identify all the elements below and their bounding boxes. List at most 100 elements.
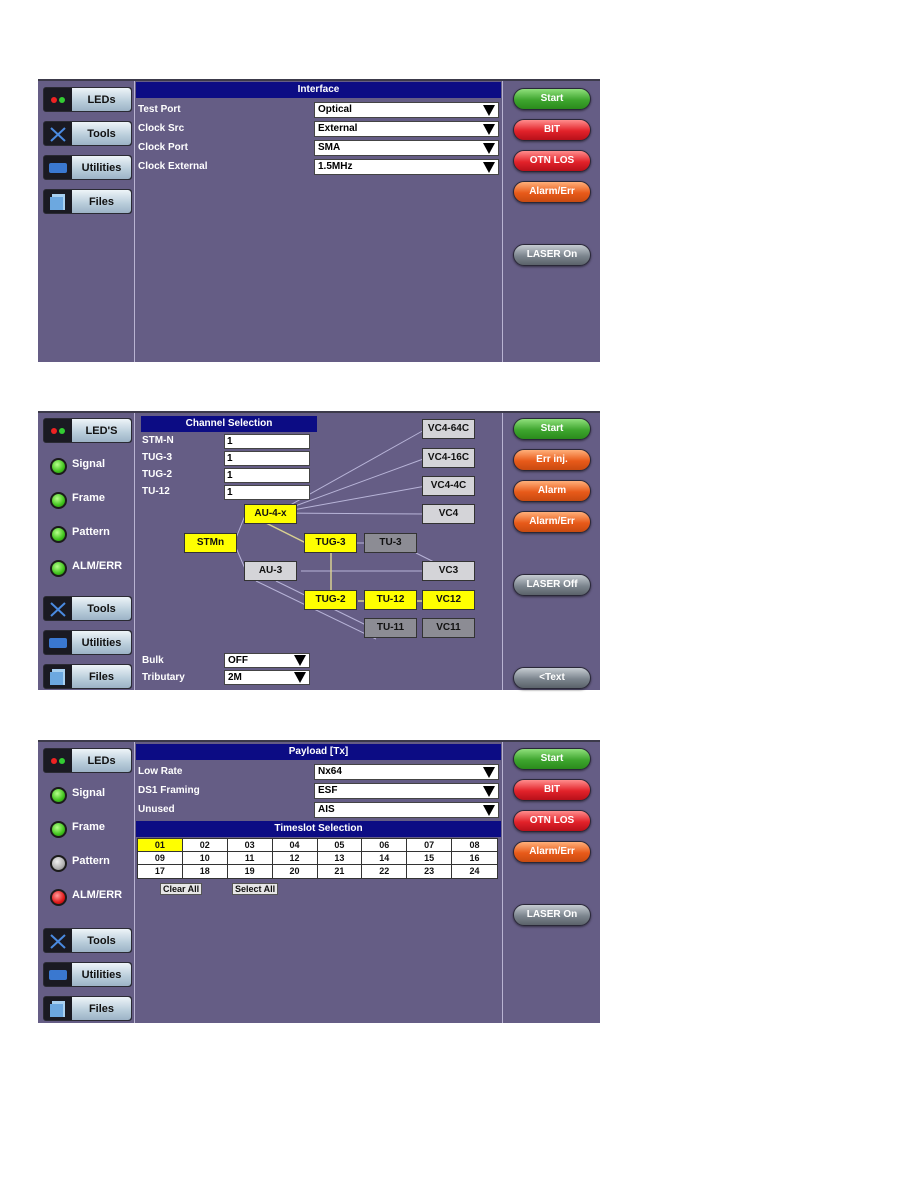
tools-label: Tools xyxy=(72,597,131,620)
timeslot-cell[interactable]: 18 xyxy=(182,865,228,878)
led-icon xyxy=(50,560,67,577)
bulk-select[interactable]: OFF xyxy=(224,653,310,668)
node-tu11[interactable]: TU-11 xyxy=(364,618,417,638)
timeslot-cell[interactable]: 11 xyxy=(227,852,273,865)
ds1-framing-select[interactable]: ESF xyxy=(314,783,499,799)
timeslot-cell[interactable]: 01 xyxy=(138,839,183,852)
timeslot-cell[interactable]: 03 xyxy=(227,839,273,852)
timeslot-cell[interactable]: 13 xyxy=(317,852,363,865)
files-button[interactable]: Files xyxy=(43,996,132,1021)
leds-label: LEDs xyxy=(72,749,131,772)
action-column: Start BIT OTN LOS Alarm/Err LASER On xyxy=(502,742,600,1023)
timeslot-cell[interactable]: 15 xyxy=(407,852,453,865)
stm-n-input[interactable]: 1 xyxy=(224,434,310,449)
tug3-input[interactable]: 1 xyxy=(224,451,310,466)
timeslot-cell[interactable]: 05 xyxy=(317,839,363,852)
dropdown-arrow-icon xyxy=(483,162,495,173)
timeslot-cell[interactable]: 04 xyxy=(272,839,318,852)
timeslot-cell[interactable]: 06 xyxy=(362,839,408,852)
node-vc4[interactable]: VC4 xyxy=(422,504,475,524)
timeslot-cell[interactable]: 08 xyxy=(452,839,497,852)
files-button[interactable]: Files xyxy=(43,664,132,689)
bit-button[interactable]: BIT xyxy=(513,779,591,801)
start-button[interactable]: Start xyxy=(513,88,591,110)
utilities-label: Utilities xyxy=(72,631,131,654)
utilities-icon xyxy=(44,631,72,654)
timeslot-cell[interactable]: 10 xyxy=(182,852,228,865)
leds-button[interactable]: LEDs xyxy=(43,748,132,773)
tools-button[interactable]: Tools xyxy=(43,928,132,953)
node-vc3[interactable]: VC3 xyxy=(422,561,475,581)
node-tug3[interactable]: TUG-3 xyxy=(304,533,357,553)
node-tu3[interactable]: TU-3 xyxy=(364,533,417,553)
led-icon xyxy=(50,787,67,804)
start-button[interactable]: Start xyxy=(513,748,591,770)
timeslot-cell[interactable]: 21 xyxy=(317,865,363,878)
test-port-select[interactable]: Optical xyxy=(314,102,499,118)
unused-select[interactable]: AIS xyxy=(314,802,499,818)
leds-button[interactable]: LEDs xyxy=(43,87,132,112)
leds-button[interactable]: LED'S xyxy=(43,418,132,443)
tools-icon xyxy=(44,597,72,620)
dropdown-arrow-icon xyxy=(483,786,495,797)
tributary-select[interactable]: 2M xyxy=(224,670,310,685)
tug2-input[interactable]: 1 xyxy=(224,468,310,483)
tools-button[interactable]: Tools xyxy=(43,596,132,621)
led-label: Signal xyxy=(72,457,106,470)
interface-panel: Interface Test Port Optical Clock Src Ex… xyxy=(136,81,501,362)
alarm-button[interactable]: Alarm xyxy=(513,480,591,502)
bit-button[interactable]: BIT xyxy=(513,119,591,141)
timeslot-cell[interactable]: 22 xyxy=(362,865,408,878)
node-tu12[interactable]: TU-12 xyxy=(364,590,417,610)
utilities-button[interactable]: Utilities xyxy=(43,630,132,655)
clock-external-select[interactable]: 1.5MHz xyxy=(314,159,499,175)
node-vc12[interactable]: VC12 xyxy=(422,590,475,610)
timeslot-cell[interactable]: 14 xyxy=(362,852,408,865)
utilities-button[interactable]: Utilities xyxy=(43,155,132,180)
timeslot-cell[interactable]: 12 xyxy=(272,852,318,865)
otn-los-button[interactable]: OTN LOS xyxy=(513,150,591,172)
err-inj-button[interactable]: Err inj. xyxy=(513,449,591,471)
timeslot-cell[interactable]: 07 xyxy=(407,839,453,852)
low-rate-select[interactable]: Nx64 xyxy=(314,764,499,780)
dropdown-arrow-icon xyxy=(483,105,495,116)
text-button[interactable]: <Text xyxy=(513,667,591,689)
node-au3[interactable]: AU-3 xyxy=(244,561,297,581)
tools-button[interactable]: Tools xyxy=(43,121,132,146)
timeslot-cell[interactable]: 16 xyxy=(452,852,497,865)
laser-on-button[interactable]: LASER On xyxy=(513,244,591,266)
clock-src-select[interactable]: External xyxy=(314,121,499,137)
node-tug2[interactable]: TUG-2 xyxy=(304,590,357,610)
clear-all-button[interactable]: Clear All xyxy=(160,883,203,895)
node-vc4-16c[interactable]: VC4-16C xyxy=(422,448,475,468)
test-port-value: Optical xyxy=(318,104,352,115)
start-button[interactable]: Start xyxy=(513,418,591,440)
timeslot-cell[interactable]: 24 xyxy=(452,865,497,878)
signal-led: Signal xyxy=(50,787,105,804)
otn-los-button[interactable]: OTN LOS xyxy=(513,810,591,832)
select-all-button[interactable]: Select All xyxy=(232,883,279,895)
alarm-err-button[interactable]: Alarm/Err xyxy=(513,511,591,533)
timeslot-cell[interactable]: 20 xyxy=(272,865,318,878)
files-button[interactable]: Files xyxy=(43,189,132,214)
laser-off-button[interactable]: LASER Off xyxy=(513,574,591,596)
tug3-label: TUG-3 xyxy=(142,452,172,463)
clock-port-select[interactable]: SMA xyxy=(314,140,499,156)
node-au4x[interactable]: AU-4-x xyxy=(244,504,297,524)
timeslot-cell[interactable]: 02 xyxy=(182,839,228,852)
led-icon xyxy=(50,492,67,509)
led-icon xyxy=(50,889,67,906)
timeslot-cell[interactable]: 17 xyxy=(138,865,183,878)
tu12-input[interactable]: 1 xyxy=(224,485,310,500)
utilities-button[interactable]: Utilities xyxy=(43,962,132,987)
alarm-err-button[interactable]: Alarm/Err xyxy=(513,181,591,203)
laser-on-button[interactable]: LASER On xyxy=(513,904,591,926)
alarm-err-button[interactable]: Alarm/Err xyxy=(513,841,591,863)
timeslot-cell[interactable]: 19 xyxy=(227,865,273,878)
node-vc11[interactable]: VC11 xyxy=(422,618,475,638)
timeslot-cell[interactable]: 09 xyxy=(138,852,183,865)
node-vc4-4c[interactable]: VC4-4C xyxy=(422,476,475,496)
timeslot-cell[interactable]: 23 xyxy=(407,865,453,878)
node-stmn[interactable]: STMn xyxy=(184,533,237,553)
node-vc4-64c[interactable]: VC4-64C xyxy=(422,419,475,439)
